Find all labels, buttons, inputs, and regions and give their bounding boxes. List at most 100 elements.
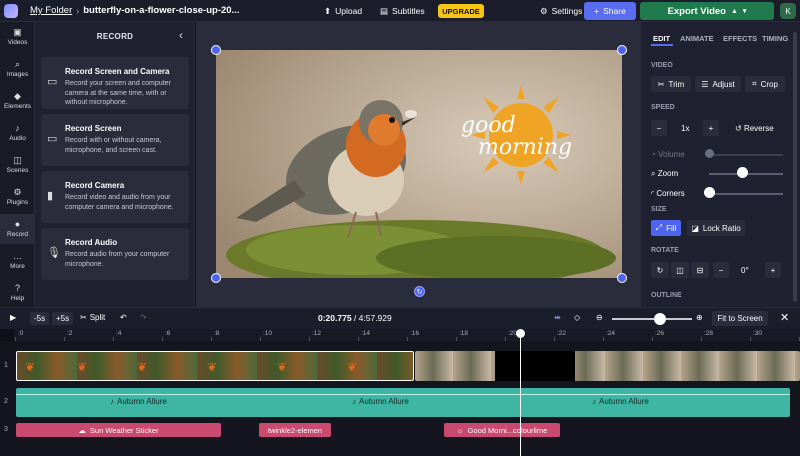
- flip-vertical-button[interactable]: ⊟: [691, 262, 709, 278]
- record-audio-card[interactable]: 🎙 Record Audio Record audio from your co…: [41, 228, 189, 280]
- split-view-toggle[interactable]: ◇: [574, 313, 580, 322]
- tab-timing[interactable]: TIMING: [762, 34, 788, 43]
- timeline-zoom-knob[interactable]: [654, 313, 666, 325]
- project-file-name[interactable]: butterfly-on-a-flower-close-up-20...: [83, 5, 239, 16]
- nav-scenes[interactable]: ◫ Scenes: [0, 150, 35, 180]
- upload-button[interactable]: ⬆ Upload: [324, 4, 362, 18]
- resize-handle-bottom-right[interactable]: [617, 273, 627, 283]
- nav-videos[interactable]: ▣ Videos: [0, 22, 35, 52]
- help-icon: ?: [14, 283, 20, 293]
- share-button[interactable]: + Share: [584, 2, 636, 20]
- ruler-tick-label: :0: [18, 330, 24, 337]
- resize-handle-top-left[interactable]: [211, 45, 221, 55]
- track-number-1: 1: [4, 362, 8, 369]
- nav-record[interactable]: ● Record: [0, 214, 35, 244]
- play-button[interactable]: ▶: [10, 313, 16, 322]
- nav-more[interactable]: … More: [0, 246, 35, 276]
- skip-forward-5s-button[interactable]: +5s: [52, 312, 74, 325]
- scissors-icon: ✂: [657, 79, 665, 89]
- rotate-decrease-button[interactable]: −: [713, 262, 729, 278]
- skip-back-5s-button[interactable]: -5s: [30, 312, 50, 325]
- panel-scrollbar[interactable]: [793, 32, 797, 302]
- tab-effects[interactable]: EFFECTS: [723, 34, 757, 43]
- timeline-controls: ▶ -5s +5s ✂ Split ↶ ↷ 0:20.775 / 4:57.929…: [0, 307, 800, 329]
- folder-link[interactable]: My Folder: [30, 5, 72, 16]
- sliders-icon: ☰: [701, 79, 709, 89]
- record-screen-card[interactable]: ▭ Record Screen Record with or without c…: [41, 114, 189, 166]
- record-screen-and-camera-card[interactable]: ▭ Record Screen and Camera Record your s…: [41, 57, 189, 109]
- properties-panel: EDIT ANIMATE EFFECTS TIMING VIDEO ✂ Trim …: [640, 22, 800, 307]
- subtitles-button[interactable]: ▤ Subtitles: [380, 4, 425, 18]
- zoom-out-icon: ⊖: [596, 313, 603, 322]
- app-window: My Folder › butterfly-on-a-flower-close-…: [0, 0, 800, 456]
- trim-button[interactable]: ✂ Trim: [651, 76, 691, 92]
- corners-slider[interactable]: [709, 193, 783, 195]
- flip-horizontal-icon: ◫: [676, 265, 684, 275]
- rotate-button[interactable]: ↻: [651, 262, 669, 278]
- nav-audio[interactable]: ♪ Audio: [0, 118, 35, 148]
- rotate-increase-button[interactable]: +: [765, 262, 781, 278]
- canvas-video-frame[interactable]: good morning: [216, 50, 622, 278]
- volume-slider: [709, 154, 783, 156]
- element-clip-good-morning[interactable]: ☼ Good Morni...colourlime: [444, 423, 560, 437]
- collapse-panel-icon[interactable]: ‹: [179, 28, 183, 42]
- element-clip-twinkle[interactable]: twinkle2-elemen: [259, 423, 331, 437]
- undo-button[interactable]: ↶: [120, 313, 127, 322]
- resize-handle-bottom-left[interactable]: [211, 273, 221, 283]
- adjust-button[interactable]: ☰ Adjust: [695, 76, 741, 92]
- playhead-handle[interactable]: [516, 329, 525, 338]
- add-user-icon: +: [594, 6, 600, 16]
- fill-button[interactable]: ⤢ Fill: [651, 220, 681, 236]
- playhead[interactable]: [520, 330, 521, 456]
- fit-to-screen-button[interactable]: Fit to Screen: [712, 311, 768, 326]
- timeline-zoom-slider[interactable]: [612, 318, 692, 320]
- rotate-value[interactable]: 0°: [741, 266, 749, 275]
- ruler-tick-label: :6: [165, 330, 171, 337]
- crop-button[interactable]: ⌗ Crop: [745, 76, 785, 92]
- redo-button[interactable]: ↷: [140, 313, 147, 322]
- split-button[interactable]: ✂ Split: [80, 313, 105, 322]
- left-nav: ▣ Videos ⌕ Images ◆ Elements ♪ Audio ◫ Scenes…: [0, 22, 35, 307]
- video-clip-bird[interactable]: [415, 351, 800, 381]
- speed-decrease-button[interactable]: −: [651, 120, 667, 136]
- flip-horizontal-button[interactable]: ◫: [671, 262, 689, 278]
- section-outline: OUTLINE: [651, 292, 682, 299]
- video-clip-butterfly[interactable]: ❦ ❦ ❦ ❦ ❦ ❦: [16, 351, 414, 381]
- audio-label: ♪ Autumn Allure: [110, 397, 167, 406]
- speed-increase-button[interactable]: +: [703, 120, 719, 136]
- snap-toggle[interactable]: ⇹: [554, 313, 561, 322]
- resize-handle-top-right[interactable]: [617, 45, 627, 55]
- export-video-button[interactable]: Export Video ▲ ▾: [640, 2, 774, 20]
- zoom-slider-knob[interactable]: [737, 167, 749, 178]
- user-avatar[interactable]: K: [780, 3, 796, 19]
- tab-animate[interactable]: ANIMATE: [680, 34, 714, 43]
- ruler-tick-label: :16: [410, 330, 420, 337]
- tab-edit[interactable]: EDIT: [653, 34, 670, 43]
- close-timeline-button[interactable]: ✕: [780, 311, 789, 324]
- nav-elements[interactable]: ◆ Elements: [0, 86, 35, 116]
- upgrade-button[interactable]: UPGRADE: [438, 4, 484, 18]
- nav-plugins[interactable]: ⚙ Plugins: [0, 182, 35, 212]
- close-icon: ✕: [780, 312, 790, 324]
- microphone-icon: 🎙: [47, 247, 61, 259]
- element-clip-sun-sticker[interactable]: ☁ Sun Weather Sticker: [16, 423, 221, 437]
- ruler-tick-label: :28: [704, 330, 714, 337]
- corners-slider-knob[interactable]: [704, 187, 715, 198]
- lock-ratio-button[interactable]: ◪ Lock Ratio: [687, 220, 745, 236]
- zoom-in-button[interactable]: ⊕: [696, 313, 703, 322]
- record-camera-card[interactable]: ▮ Record Camera Record video and audio f…: [41, 171, 189, 223]
- reverse-toggle[interactable]: ↺ Reverse: [735, 124, 774, 133]
- nav-images[interactable]: ⌕ Images: [0, 54, 35, 84]
- timeline-ruler[interactable]: :0:2:4:6:8:10:12:14:16:18:20:22:24:26:28…: [14, 329, 800, 341]
- zoom-out-button[interactable]: ⊖: [596, 313, 603, 322]
- reverse-icon: ↺: [735, 124, 744, 133]
- subtitles-icon: ▤: [380, 5, 389, 16]
- audio-clip-autumn-allure[interactable]: ♪ Autumn Allure ♪ Autumn Allure ♪ Autumn Al…: [16, 388, 790, 417]
- nav-help[interactable]: ? Help: [0, 278, 35, 308]
- butterfly-thumbnail: ❦: [207, 360, 218, 374]
- app-logo[interactable]: [0, 0, 22, 22]
- rotate-handle[interactable]: ↻: [414, 286, 425, 297]
- settings-button[interactable]: ⚙ Settings: [540, 4, 582, 18]
- ruler-tick-label: :26: [655, 330, 665, 337]
- redo-icon: ↷: [140, 313, 147, 322]
